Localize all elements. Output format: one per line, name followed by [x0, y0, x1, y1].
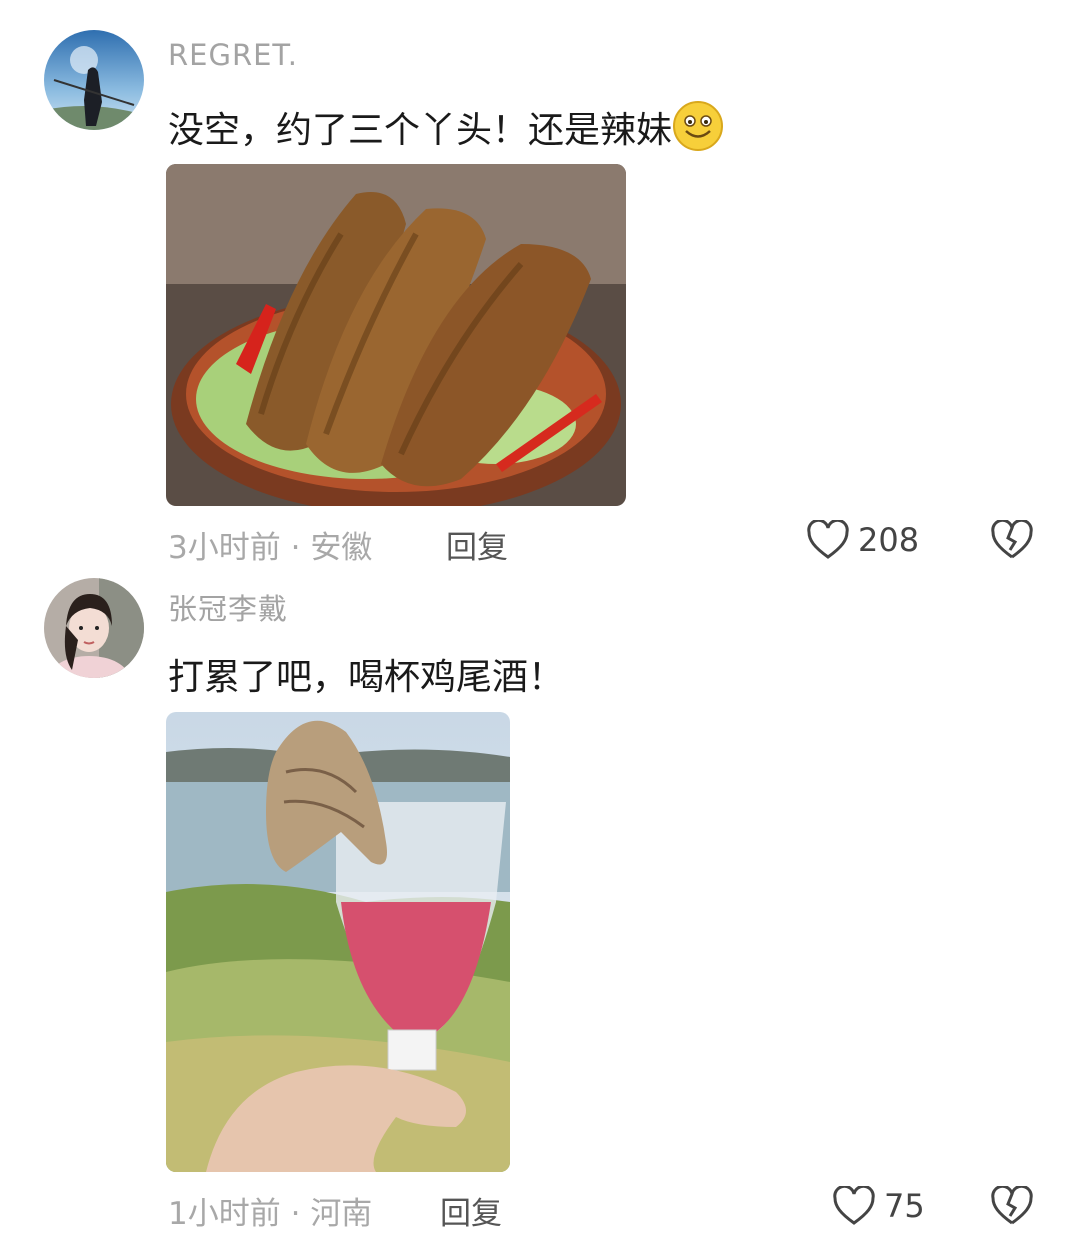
meta-separator: ·	[290, 530, 301, 566]
comment-location: 河南	[310, 1196, 373, 1232]
broken-heart-icon	[991, 1184, 1033, 1225]
username[interactable]: 张冠李戴	[168, 586, 288, 628]
like-button[interactable]: 208	[806, 520, 919, 560]
comment-location: 安徽	[310, 530, 373, 566]
grinning-face-emoji	[673, 101, 724, 151]
comment-photo-cocktail[interactable]	[166, 712, 510, 1172]
like-count: 75	[884, 1187, 925, 1225]
dislike-button[interactable]	[990, 1184, 1034, 1230]
heart-icon	[833, 1186, 875, 1225]
dislike-button[interactable]	[990, 518, 1034, 564]
comment-meta: 1小时前 · 河南	[168, 1188, 372, 1233]
comment-time: 3小时前	[168, 530, 281, 566]
username[interactable]: REGRET.	[168, 38, 298, 72]
comment-text: 没空，约了三个丫头！还是辣妹	[168, 100, 724, 153]
comment-text: 打累了吧，喝杯鸡尾酒！	[168, 657, 565, 698]
reply-button[interactable]: 回复	[440, 1188, 502, 1233]
broken-heart-icon	[991, 518, 1033, 559]
meta-separator: ·	[290, 1196, 301, 1232]
comment-photo-duck-heads[interactable]	[166, 164, 626, 506]
avatar[interactable]	[44, 578, 144, 678]
comment-text-content: 没空，约了三个丫头！还是辣妹	[168, 110, 673, 151]
comment-time: 1小时前	[168, 1196, 281, 1232]
reply-button[interactable]: 回复	[446, 522, 508, 567]
comment-item: 张冠李戴 打累了吧，喝杯鸡尾酒！ 1小时前 · 河南 回复 75	[0, 570, 1080, 1250]
comment-item: REGRET. 没空，约了三个丫头！还是辣妹 3小时前 · 安徽 回复 208	[0, 0, 1080, 570]
like-button[interactable]: 75	[832, 1186, 925, 1226]
like-count: 208	[858, 521, 920, 559]
comment-meta: 3小时前 · 安徽	[168, 522, 372, 567]
heart-icon	[807, 520, 849, 559]
avatar[interactable]	[44, 30, 144, 130]
